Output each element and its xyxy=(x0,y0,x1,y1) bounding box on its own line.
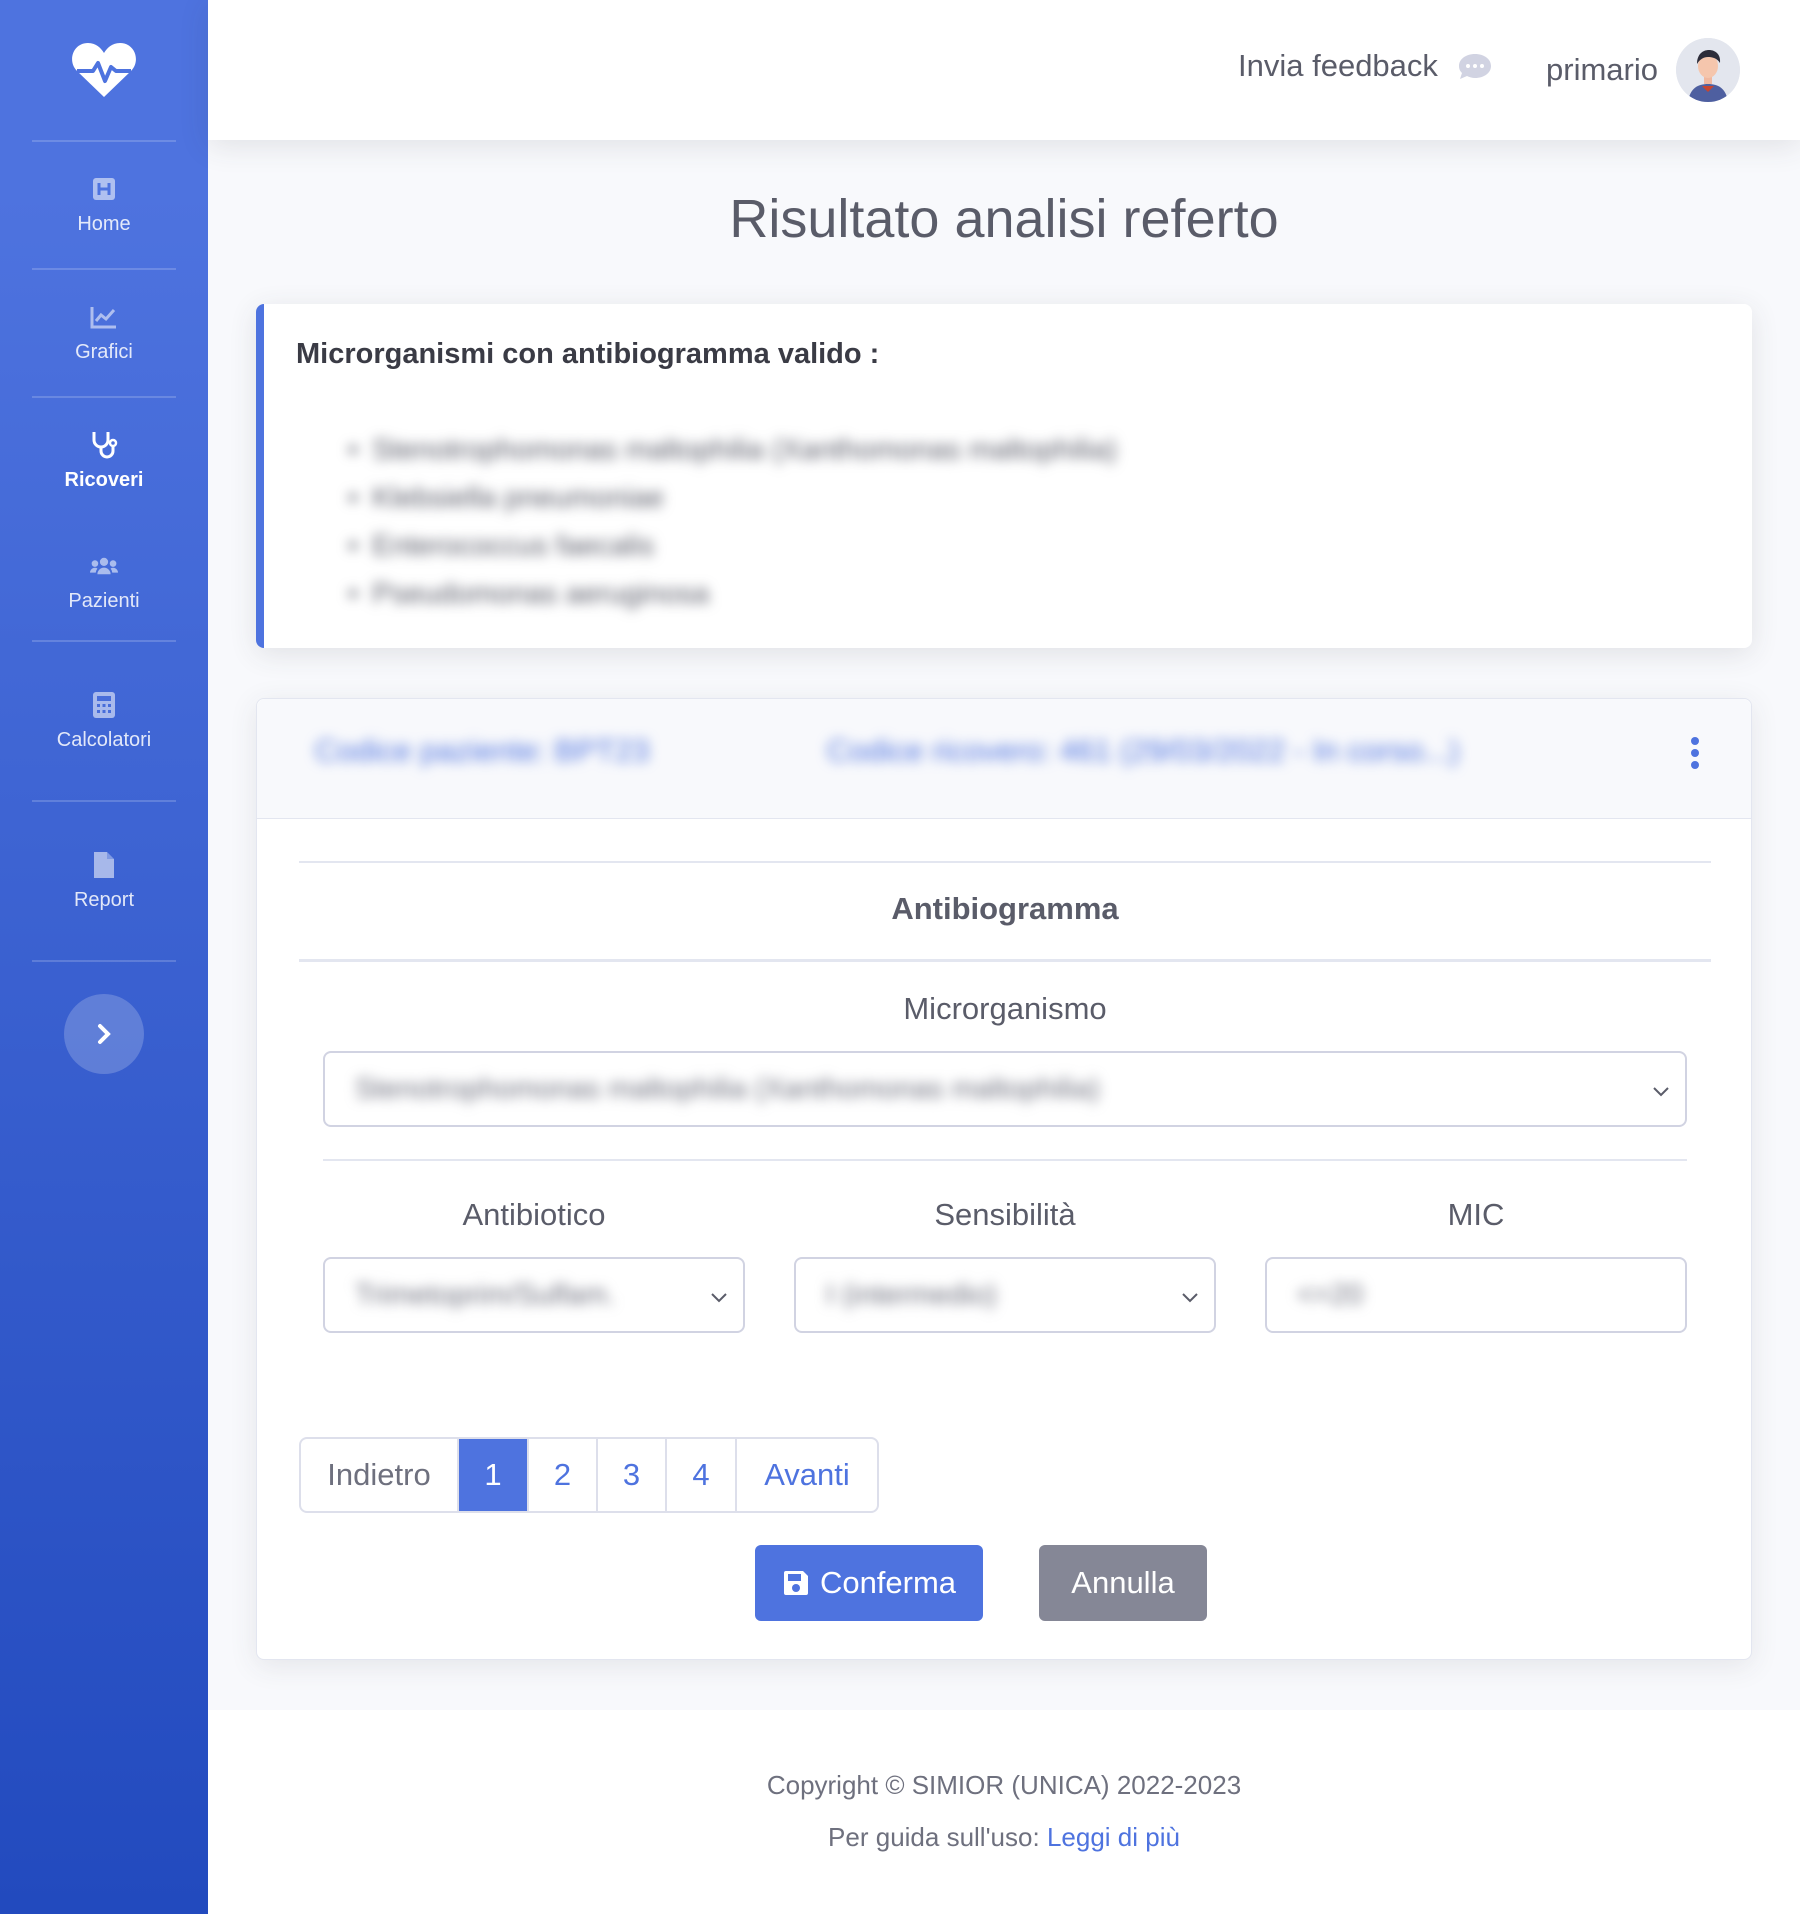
users-icon xyxy=(90,552,118,580)
antibiogram-card: Codice paziente: BPT23 Codice ricovero: … xyxy=(256,698,1752,1660)
calculator-icon xyxy=(90,691,118,719)
microorganism-select[interactable]: Stenotrophomonas maltophilia (Xanthomona… xyxy=(323,1051,1687,1127)
sidebar: Home Grafici Ricoveri Pazienti Calcolato… xyxy=(0,0,208,1914)
sidebar-item-label: Report xyxy=(73,888,135,911)
sidebar-item-label: Ricoveri xyxy=(64,468,144,491)
cancel-label: Annulla xyxy=(1071,1565,1175,1600)
microorganisms-heading: Microrganismi con antibiogramma valido : xyxy=(296,338,880,370)
sidebar-divider xyxy=(32,960,176,962)
guide-link[interactable]: Leggi di più xyxy=(1047,1822,1180,1852)
guide-text: Per guida sull'uso: Leggi di più xyxy=(208,1822,1800,1853)
copyright-text: Copyright © SIMIOR (UNICA) 2022-2023 xyxy=(766,1770,1242,1800)
stethoscope-icon xyxy=(90,431,118,459)
sidebar-item-label: Pazienti xyxy=(68,589,140,612)
field-divider xyxy=(323,1159,1687,1161)
section-divider xyxy=(299,861,1711,863)
guide-prefix: Per guida sull'uso: xyxy=(828,1822,1040,1852)
avatar xyxy=(1675,38,1740,102)
antibiotic-value: Trimetoprim/Sulfam. xyxy=(355,1279,615,1311)
pagination: Indietro 1 2 3 4 Avanti xyxy=(299,1437,879,1513)
file-icon xyxy=(90,851,118,879)
section-title: Antibiogramma xyxy=(891,891,1119,926)
cancel-button[interactable]: Annulla xyxy=(1039,1545,1207,1621)
user-menu[interactable]: primario xyxy=(1546,38,1740,102)
chevron-right-icon xyxy=(98,1024,111,1044)
feedback-label: Invia feedback xyxy=(1238,48,1438,83)
hospital-icon xyxy=(90,175,118,203)
confirm-label: Conferma xyxy=(819,1565,957,1600)
confirm-button[interactable]: Conferma xyxy=(755,1545,983,1621)
sidebar-item-home[interactable]: Home xyxy=(0,142,208,268)
sidebar-item-report[interactable]: Report xyxy=(0,802,208,960)
sidebar-item-calcolatori[interactable]: Calcolatori xyxy=(0,642,208,800)
sidebar-item-label: Calcolatori xyxy=(56,728,152,751)
antibiotic-label: Antibiotico xyxy=(462,1197,606,1232)
mic-input[interactable]: <=20 xyxy=(1265,1257,1687,1333)
sidebar-item-label: Grafici xyxy=(75,340,133,363)
list-item: Enterococcus faecalis xyxy=(348,522,1117,570)
microorganism-label: Microrganismo xyxy=(903,991,1107,1026)
feedback-link[interactable]: Invia feedback xyxy=(1238,48,1492,84)
pagination-page-2[interactable]: 2 xyxy=(529,1439,598,1511)
sensitivity-select[interactable]: I (intermedio) xyxy=(794,1257,1216,1333)
sidebar-item-grafici[interactable]: Grafici xyxy=(0,270,208,396)
microorganisms-card: Microrganismi con antibiogramma valido :… xyxy=(256,304,1752,648)
sensitivity-label: Sensibilità xyxy=(934,1197,1076,1232)
footer: Copyright © SIMIOR (UNICA) 2022-2023 Per… xyxy=(208,1710,1800,1914)
heartbeat-icon xyxy=(72,43,136,97)
ellipsis-vertical-icon[interactable] xyxy=(1689,735,1701,771)
sidebar-item-pazienti[interactable]: Pazienti xyxy=(0,524,208,640)
list-item: Stenotrophomonas maltophilia (Xanthomona… xyxy=(348,426,1117,474)
brand-logo[interactable] xyxy=(0,0,208,140)
sensitivity-value: I (intermedio) xyxy=(826,1279,997,1311)
save-icon xyxy=(783,1571,808,1595)
comment-dots-icon xyxy=(1458,54,1491,79)
card-header: Codice paziente: BPT23 Codice ricovero: … xyxy=(257,699,1751,819)
antibiotic-select[interactable]: Trimetoprim/Sulfam. xyxy=(323,1257,745,1333)
chevron-down-icon xyxy=(1653,1087,1669,1097)
sidebar-toggle-button[interactable] xyxy=(64,994,144,1074)
pagination-page-3[interactable]: 3 xyxy=(598,1439,667,1511)
page-title: Risultato analisi referto xyxy=(729,189,1279,249)
list-item: Klebsiella pneumoniae xyxy=(348,474,1117,522)
section-divider xyxy=(299,959,1711,962)
patient-code-link[interactable]: Codice paziente: BPT23 xyxy=(315,733,649,769)
chevron-down-icon xyxy=(711,1293,727,1303)
topbar: Invia feedback primario xyxy=(208,0,1800,140)
microorganisms-list: Stenotrophomonas maltophilia (Xanthomona… xyxy=(348,426,1117,618)
admission-code-link[interactable]: Codice ricovero: 461 (29/03/2022 - In co… xyxy=(827,733,1459,769)
username: primario xyxy=(1546,52,1658,87)
list-item: Pseudomonas aeruginosa xyxy=(348,570,1117,618)
mic-value: <=20 xyxy=(1297,1279,1364,1311)
pagination-page-1[interactable]: 1 xyxy=(459,1439,529,1511)
sidebar-item-ricoveri[interactable]: Ricoveri xyxy=(0,398,208,524)
mic-label: MIC xyxy=(1447,1197,1505,1232)
microorganism-value: Stenotrophomonas maltophilia (Xanthomona… xyxy=(355,1073,1100,1105)
pagination-next-button[interactable]: Avanti xyxy=(737,1439,877,1511)
chevron-down-icon xyxy=(1182,1293,1198,1303)
chart-area-icon xyxy=(90,303,118,331)
pagination-prev-button[interactable]: Indietro xyxy=(301,1439,459,1511)
sidebar-item-label: Home xyxy=(77,212,131,235)
pagination-page-4[interactable]: 4 xyxy=(667,1439,737,1511)
